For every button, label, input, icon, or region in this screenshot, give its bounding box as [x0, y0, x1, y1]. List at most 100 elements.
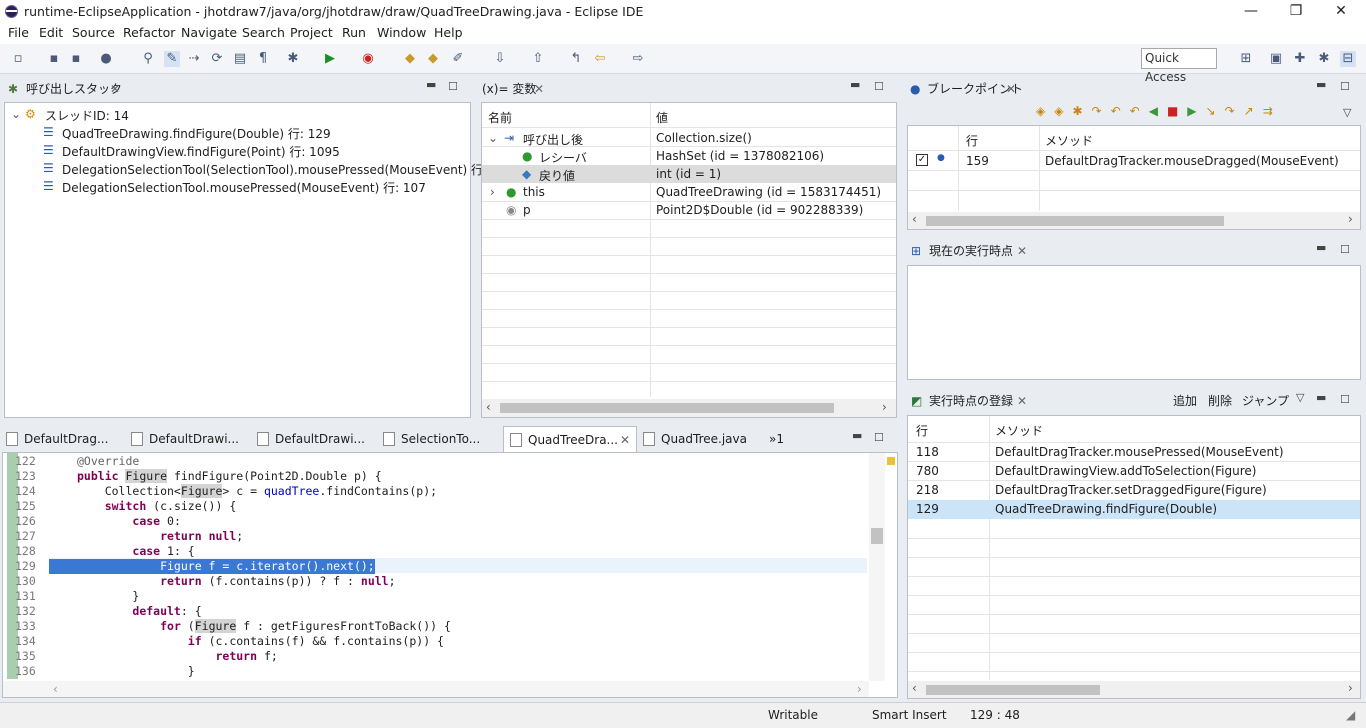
maximize-panel-icon[interactable]: ☐ — [1340, 393, 1350, 406]
skip-icon[interactable]: ◈ — [1054, 104, 1072, 118]
stack-frame[interactable]: DelegationSelectionTool(SelectionTool).m… — [62, 161, 514, 178]
chevron-left-icon[interactable]: ‹ — [912, 212, 917, 226]
step-icon[interactable]: ↷ — [1092, 104, 1111, 118]
registered-method[interactable]: DefaultDrawingView.addToSelection(Figure… — [995, 464, 1256, 478]
tab-editor[interactable]: DefaultDrawi... — [251, 426, 377, 452]
chevron-right-icon[interactable]: › — [1348, 212, 1353, 226]
breakpoint-line[interactable]: 159 — [966, 154, 989, 168]
chevron-right-icon[interactable]: › — [857, 682, 862, 696]
menu-edit[interactable]: Edit — [39, 25, 63, 40]
jee-perspective-icon[interactable]: ✚ — [1292, 51, 1308, 67]
maximize-panel-icon[interactable]: ☐ — [874, 80, 884, 93]
menu-window[interactable]: Window — [377, 25, 426, 40]
close-tab-icon[interactable]: ✕ — [534, 77, 544, 101]
stack-frame[interactable]: DefaultDrawingView.findFigure(Point) 行: … — [62, 143, 340, 160]
registered-points-tab[interactable]: ◩ 実行時点の登録 ✕ 追加 削除 ジャンプ — [907, 389, 1362, 413]
column-header-name[interactable]: 名前 — [488, 109, 512, 126]
prev-annotation-icon[interactable]: ⇧ — [530, 51, 546, 67]
variable-name[interactable]: 戻り値 — [539, 167, 575, 184]
tab-editor[interactable]: DefaultDrawi... — [125, 426, 251, 452]
registered-method[interactable]: DefaultDragTracker.setDraggedFigure(Figu… — [995, 483, 1267, 497]
minimize-panel-icon[interactable]: ▬ — [1316, 78, 1326, 91]
debug-step-icon[interactable]: ⇢ — [186, 51, 202, 67]
registered-line[interactable]: 129 — [916, 502, 939, 516]
variable-name[interactable]: p — [523, 203, 531, 217]
current-point-tab[interactable]: ⊞ 現在の実行時点 ✕ — [907, 239, 1362, 263]
save-all-icon[interactable]: ▪ — [68, 51, 84, 67]
column-header-method[interactable]: メソッド — [1045, 132, 1093, 149]
horizontal-scrollbar[interactable]: ‹ › — [908, 681, 1360, 698]
horizontal-scrollbar[interactable]: ‹ › — [908, 212, 1360, 229]
refresh-icon[interactable]: ⟳ — [209, 51, 225, 67]
run-icon[interactable]: ▶ — [322, 51, 338, 67]
search-tool-icon[interactable]: ✐ — [450, 51, 466, 67]
stop-icon[interactable]: ■ — [1167, 104, 1187, 118]
minimize-panel-icon[interactable]: ▬ — [426, 78, 436, 91]
registered-method[interactable]: DefaultDragTracker.mousePressed(MouseEve… — [995, 445, 1284, 459]
maximize-panel-icon[interactable]: ☐ — [1340, 80, 1350, 93]
breakpoint-checkbox[interactable]: ✓ — [916, 154, 928, 166]
chevron-right-icon[interactable]: › — [490, 185, 495, 199]
chevron-right-icon[interactable]: › — [882, 400, 887, 414]
drop-frame-icon[interactable]: ⇉ — [1263, 104, 1282, 118]
chevron-down-icon[interactable]: ⌄ — [488, 131, 498, 145]
menu-refactor[interactable]: Refactor — [123, 25, 175, 40]
open-icon[interactable]: ◈ — [1036, 104, 1054, 118]
thread-label[interactable]: スレッドID: 14 — [45, 107, 129, 124]
save-icon[interactable]: ▪ — [46, 51, 62, 67]
registered-line[interactable]: 218 — [916, 483, 939, 497]
menu-run[interactable]: Run — [342, 25, 366, 40]
menu-help[interactable]: Help — [434, 25, 463, 40]
resume-icon[interactable]: ▶ — [1187, 104, 1205, 118]
close-tab-icon[interactable]: ✕ — [110, 77, 120, 101]
menu-navigate[interactable]: Navigate — [181, 25, 237, 40]
warning-marker-icon[interactable] — [887, 457, 895, 465]
step-into-icon[interactable]: ↘ — [1206, 104, 1225, 118]
highlight-icon[interactable]: ✎ — [164, 51, 180, 67]
column-header-method[interactable]: メソッド — [995, 422, 1043, 439]
add-button[interactable]: 追加 — [1173, 389, 1197, 413]
pilcrow-icon[interactable]: ¶ — [255, 51, 271, 67]
chevron-left-icon[interactable]: ‹ — [912, 681, 917, 695]
menu-search[interactable]: Search — [242, 25, 285, 40]
minimize-panel-icon[interactable]: ▬ — [1316, 241, 1326, 254]
profile-icon[interactable]: ● — [98, 51, 114, 67]
maximize-button[interactable]: ❐ — [1273, 0, 1319, 24]
vertical-scrollbar[interactable] — [869, 453, 885, 681]
view-menu-icon[interactable]: ▽ — [1343, 106, 1351, 119]
column-header-line[interactable]: 行 — [916, 422, 928, 439]
resume-back-icon[interactable]: ◀ — [1149, 104, 1167, 118]
horizontal-scrollbar[interactable]: ‹ › — [3, 681, 869, 697]
menu-project[interactable]: Project — [290, 25, 333, 40]
chevron-left-icon[interactable]: ‹ — [486, 400, 491, 414]
close-tab-icon[interactable]: ✕ — [1006, 77, 1016, 101]
jump-button[interactable]: ジャンプ — [1242, 389, 1289, 413]
close-tab-icon[interactable]: ✕ — [1017, 239, 1027, 263]
close-button[interactable]: ✕ — [1318, 0, 1364, 24]
column-header-line[interactable]: 行 — [966, 132, 978, 149]
java-perspective-icon[interactable]: ▣ — [1268, 51, 1284, 67]
quick-access-input[interactable]: Quick Access — [1141, 48, 1217, 84]
minimize-panel-icon[interactable]: ▬ — [1316, 391, 1326, 404]
minimize-panel-icon[interactable]: ▬ — [850, 78, 860, 91]
variables-tab[interactable]: (x)= 変数 ✕ — [480, 77, 896, 101]
next-annotation-icon[interactable]: ⇩ — [492, 51, 508, 67]
tab-overflow[interactable]: »1 — [763, 426, 803, 452]
minimize-button[interactable]: — — [1228, 0, 1274, 24]
tab-editor[interactable]: DefaultDrag... — [0, 426, 125, 452]
undo-icon[interactable]: ↶ — [1111, 104, 1130, 118]
close-tab-icon[interactable]: ✕ — [620, 427, 630, 453]
tab-editor[interactable]: QuadTree.java — [637, 426, 763, 452]
step-return-icon[interactable]: ↗ — [1244, 104, 1263, 118]
breakpoints-tab[interactable]: ● ブレークポイント ✕ — [907, 77, 1362, 101]
layout-perspective-icon[interactable]: ⊟ — [1340, 51, 1356, 67]
stack-frame[interactable]: QuadTreeDrawing.findFigure(Double) 行: 12… — [62, 125, 331, 142]
tab-editor-active[interactable]: QuadTreeDra... ✕ — [503, 426, 637, 452]
open-folder-icon[interactable]: ◆ — [425, 51, 441, 67]
perspective-icon[interactable]: ⊞ — [1238, 51, 1254, 67]
skip-breakpoints-icon[interactable]: ⚲ — [140, 51, 156, 67]
registered-line[interactable]: 780 — [916, 464, 939, 478]
chevron-right-icon[interactable]: › — [1348, 681, 1353, 695]
toggle-icon[interactable]: ▤ — [232, 51, 248, 67]
last-edit-icon[interactable]: ↰ — [568, 51, 584, 67]
